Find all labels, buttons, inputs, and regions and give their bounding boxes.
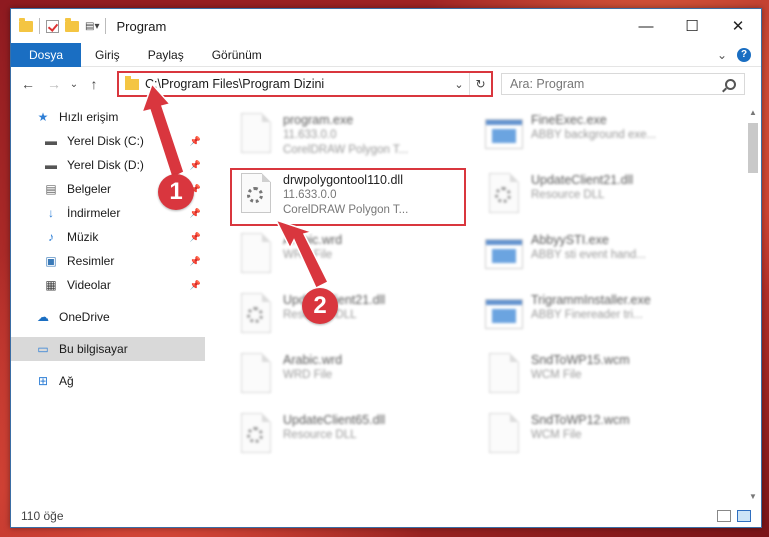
documents-icon: ▤ [45, 182, 57, 196]
file-icon [241, 353, 271, 393]
step-2-callout: 2 [302, 288, 338, 324]
address-dropdown-button[interactable]: ⌄ [449, 78, 469, 91]
close-button[interactable]: ✕ [715, 9, 761, 43]
file-item[interactable]: Arabic.wrd WRD File [231, 229, 467, 287]
title-bar: ▤▾ Program — ☐ ✕ [11, 9, 761, 43]
navigation-bar: ← → ⌄ ↑ C:\Program Files\Program Dizini … [11, 67, 761, 101]
file-icon [241, 233, 271, 273]
music-icon: ♪ [48, 230, 54, 244]
search-icon [725, 78, 736, 90]
sidebar-item-pictures[interactable]: ▣ Resimler 📌 [11, 249, 205, 273]
file-explorer-window: ▤▾ Program — ☐ ✕ Dosya Giriş Paylaş Görü… [10, 8, 762, 528]
drive-icon: ▬ [45, 158, 57, 172]
help-icon[interactable]: ? [737, 47, 751, 62]
minimize-button[interactable]: — [623, 9, 669, 43]
gear-icon [247, 307, 263, 323]
expand-ribbon-icon[interactable]: ⌄ [717, 48, 727, 62]
search-input[interactable]: Ara: Program [510, 77, 725, 91]
file-item[interactable]: AbbyySTI.exe ABBY sti event hand... [479, 229, 715, 287]
refresh-button[interactable]: ↻ [469, 73, 491, 95]
tab-file[interactable]: Dosya [11, 42, 82, 67]
pin-icon[interactable]: 📌 [190, 136, 201, 147]
computer-icon: ▭ [37, 342, 49, 356]
tiles-view-button[interactable] [737, 510, 751, 522]
up-button[interactable]: ↑ [81, 76, 107, 92]
file-icon [489, 353, 519, 393]
file-item[interactable]: UpdateClient21.dllResource DLL [231, 289, 467, 347]
pin-icon[interactable]: 📌 [190, 208, 201, 219]
scroll-down-button[interactable]: ▼ [745, 489, 761, 505]
divider [105, 18, 107, 34]
file-item[interactable]: FineExec.exe ABBY background exe... [479, 109, 715, 167]
tab-share[interactable]: Paylaş [134, 43, 198, 67]
item-count: 110 öğe [21, 509, 64, 523]
ribbon-tabs: Dosya Giriş Paylaş Görünüm ⌄ ? [11, 42, 761, 67]
step-1-callout: 1 [158, 174, 194, 210]
sidebar-item-music[interactable]: ♪ Müzik 📌 [11, 225, 205, 249]
drive-icon: ▬ [45, 134, 57, 148]
search-box[interactable]: Ara: Program [501, 73, 745, 95]
sidebar-item-local-disk-c[interactable]: ▬ Yerel Disk (C:) 📌 [11, 129, 205, 153]
gear-icon [247, 427, 263, 443]
cloud-icon: ☁ [37, 310, 49, 324]
tab-home[interactable]: Giriş [81, 43, 134, 67]
sidebar-item-videos[interactable]: ▦ Videolar 📌 [11, 273, 205, 297]
file-highlight-box [230, 168, 466, 226]
file-item[interactable]: UpdateClient21.dllResource DLL [479, 169, 715, 227]
divider [39, 18, 40, 34]
download-icon: ↓ [48, 206, 54, 220]
application-icon [485, 119, 523, 149]
pin-icon[interactable]: 📌 [190, 280, 201, 291]
program-icon [241, 113, 271, 153]
file-item[interactable]: SndToWP12.wcm WCM File [479, 409, 715, 467]
scroll-up-button[interactable]: ▲ [745, 105, 761, 121]
sidebar-item-network[interactable]: ⊞ Ağ [11, 369, 205, 393]
forward-button[interactable]: → [41, 76, 67, 92]
maximize-button[interactable]: ☐ [669, 9, 715, 43]
sidebar-item-this-pc[interactable]: ▭ Bu bilgisayar [11, 337, 205, 361]
star-icon: ★ [37, 110, 49, 124]
application-icon [485, 239, 523, 269]
customize-toolbar-icon[interactable]: ▤▾ [85, 21, 99, 32]
network-icon: ⊞ [37, 374, 49, 388]
window-title: Program [116, 18, 167, 34]
sidebar-item-quick-access[interactable]: ★ Hızlı erişim [11, 105, 205, 129]
gear-icon [495, 187, 511, 203]
pictures-icon: ▣ [45, 254, 57, 268]
file-item[interactable]: SndToWP15.wcm WCM File [479, 349, 715, 407]
quick-access-toolbar: ▤▾ [11, 17, 107, 34]
folder-icon [125, 75, 139, 90]
vertical-scrollbar[interactable]: ▲ ▼ [745, 105, 761, 505]
file-item[interactable]: Arabic.wrd WRD File [231, 349, 467, 407]
address-bar[interactable]: C:\Program Files\Program Dizini ⌄ ↻ [117, 71, 493, 97]
file-list: program.exe 11.633.0.0 CorelDRAW Polygon T… [211, 105, 741, 505]
recent-locations-button[interactable]: ⌄ [67, 79, 81, 90]
file-icon [489, 413, 519, 453]
properties-icon[interactable] [46, 19, 59, 33]
details-view-button[interactable] [717, 510, 731, 522]
tab-view[interactable]: Görünüm [198, 43, 276, 67]
address-path[interactable]: C:\Program Files\Program Dizini [145, 77, 449, 91]
application-icon [485, 299, 523, 329]
back-button[interactable]: ← [15, 76, 41, 92]
file-item[interactable]: TrigrammInstaller.exe ABBY Finereader tri… [479, 289, 715, 347]
scroll-thumb[interactable] [748, 123, 758, 173]
navigation-pane: ★ Hızlı erişim ▬ Yerel Disk (C:) 📌 ▬ Yer… [11, 105, 205, 505]
pin-icon[interactable]: 📌 [190, 232, 201, 243]
folder-icon [19, 17, 33, 32]
pin-icon[interactable]: 📌 [190, 160, 201, 171]
file-item[interactable]: program.exe 11.633.0.0 CorelDRAW Polygon T… [231, 109, 467, 167]
file-item[interactable]: UpdateClient65.dll Resource DLL [231, 409, 467, 467]
video-icon: ▦ [45, 278, 57, 292]
sidebar-item-onedrive[interactable]: ☁ OneDrive [11, 305, 205, 329]
new-folder-icon[interactable] [65, 17, 79, 32]
pin-icon[interactable]: 📌 [190, 256, 201, 267]
status-bar: 110 öğe [11, 505, 761, 527]
